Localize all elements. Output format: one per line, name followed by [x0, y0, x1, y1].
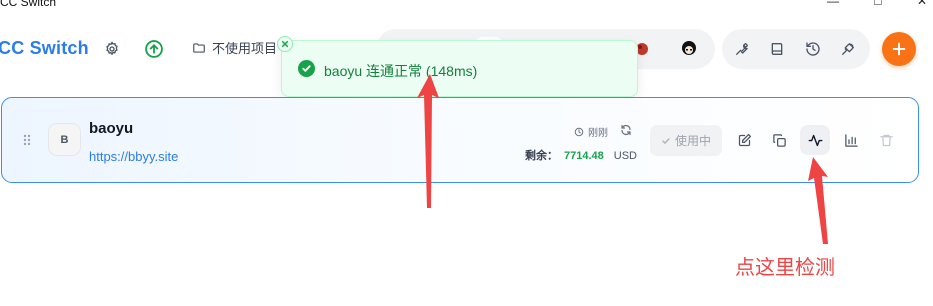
provider-card[interactable]: B baoyu https://bbyy.site 刚刚 剩余： 7714.48… [1, 97, 919, 183]
refresh-icon [621, 124, 631, 136]
close-icon [281, 40, 289, 48]
add-provider-button[interactable] [882, 32, 916, 66]
usage-stats-button[interactable] [836, 125, 866, 155]
app-title: CC Switch [0, 38, 89, 58]
mcp-button[interactable] [838, 39, 858, 59]
in-use-label: 使用中 [674, 134, 711, 148]
annotation-text: 点这里检测 [735, 257, 835, 279]
bar-chart-icon [844, 133, 858, 147]
refresh-usage-button[interactable] [620, 123, 634, 137]
usage-updated-text: 刚刚 [588, 128, 608, 139]
check-icon [662, 137, 670, 144]
toast-message: baoyu 连通正常 (148ms) [324, 63, 478, 79]
unused-project-button[interactable]: 不使用项目 [192, 38, 277, 57]
window-title: CC Switch [0, 0, 57, 9]
plug-icon [842, 43, 854, 55]
unused-project-label: 不使用项目 [212, 41, 278, 56]
check-circle-icon [298, 60, 315, 77]
gear-icon [106, 41, 118, 55]
drag-handle-icon[interactable] [23, 133, 31, 151]
delete-button[interactable] [871, 125, 901, 155]
window-titlebar: CC Switch — □ ✕ [0, 0, 933, 10]
book-icon [771, 43, 783, 55]
minimize-button[interactable]: — [823, 0, 843, 8]
history-button[interactable] [803, 39, 823, 59]
tools-button[interactable] [732, 39, 752, 59]
balance-currency: USD [613, 150, 637, 162]
provider-avatar: B [48, 123, 81, 156]
balance-info: 剩余： 7714.48 USD [525, 147, 637, 163]
toast-notification: baoyu 连通正常 (148ms) [277, 36, 638, 97]
test-connection-button[interactable] [800, 125, 830, 155]
in-use-button[interactable]: 使用中 [650, 125, 722, 156]
arrow-up-circle-icon [145, 40, 163, 58]
balance-label: 剩余： [525, 150, 558, 162]
settings-button[interactable] [102, 39, 122, 59]
trash-icon [879, 134, 893, 146]
usage-updated: 刚刚 [574, 124, 608, 139]
edit-icon [738, 133, 751, 146]
close-button[interactable]: ✕ [912, 0, 932, 8]
edit-button[interactable] [729, 125, 759, 155]
copy-icon [772, 133, 786, 147]
docs-button[interactable] [767, 39, 787, 59]
provider-url-link[interactable]: https://bbyy.site [89, 149, 178, 164]
provider-name: baoyu [89, 120, 134, 137]
folder-icon [193, 42, 205, 53]
duplicate-button[interactable] [764, 125, 794, 155]
maximize-button[interactable]: □ [868, 0, 888, 8]
balance-value: 7714.48 [564, 150, 604, 162]
activity-icon [808, 134, 822, 146]
history-icon [806, 42, 820, 56]
app-tab-avatar-icon[interactable] [676, 37, 702, 61]
update-button[interactable] [143, 38, 165, 60]
toast-close-button[interactable] [277, 36, 293, 52]
plus-icon [892, 42, 906, 56]
wrench-icon [736, 43, 748, 55]
clock-icon [574, 127, 584, 136]
tools-group [722, 29, 870, 69]
